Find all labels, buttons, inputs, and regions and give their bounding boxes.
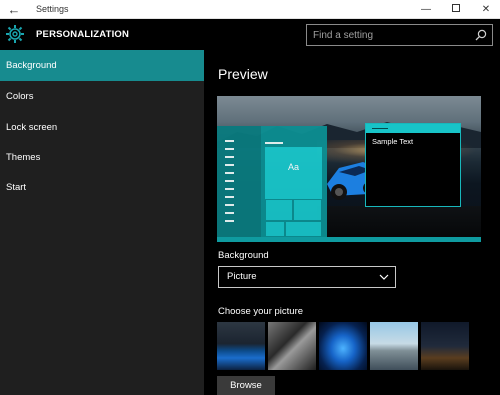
maximize-icon	[452, 4, 460, 13]
preview-header-bar	[265, 142, 283, 144]
minimize-button[interactable]: —	[414, 0, 438, 19]
preview-taskbar	[217, 237, 481, 242]
preview-list-line	[225, 188, 234, 190]
picture-thumbnail-beach[interactable]	[370, 322, 418, 370]
picture-thumbnail-night[interactable]	[421, 322, 469, 370]
preview-heading: Preview	[218, 66, 268, 82]
page-title: PERSONALIZATION	[36, 29, 130, 40]
preview-list-line	[225, 220, 234, 222]
background-label: Background	[218, 250, 269, 261]
preview-tile	[293, 199, 322, 221]
back-arrow-icon[interactable]: ←	[4, 0, 24, 19]
preview-list-line	[225, 212, 234, 214]
sidebar-item-lock-screen[interactable]: Lock screen	[0, 112, 204, 143]
maximize-button[interactable]	[444, 0, 468, 19]
preview-list-line	[225, 164, 234, 166]
preview-window: Sample Text	[365, 123, 461, 207]
preview-list-line	[225, 196, 234, 198]
window-title: Settings	[36, 4, 69, 14]
preview-tile-aa: Aa	[265, 147, 322, 199]
preview-list-line	[225, 140, 234, 142]
title-bar: ← Settings — ✕	[0, 0, 500, 19]
preview-sample-text: Sample Text	[372, 137, 414, 146]
preview-list-line	[225, 180, 234, 182]
sidebar-item-themes[interactable]: Themes	[0, 142, 204, 173]
preview-image: Aa Sample Text	[217, 96, 481, 242]
search-icon[interactable]	[475, 29, 487, 41]
sidebar-item-background[interactable]: Background	[0, 50, 204, 81]
preview-list-line	[225, 172, 234, 174]
background-dropdown-value: Picture	[227, 271, 257, 282]
preview-start-menu: Aa	[217, 126, 327, 242]
close-button[interactable]: ✕	[474, 0, 498, 19]
preview-list-line	[225, 156, 234, 158]
picture-thumbnail-windows[interactable]	[319, 322, 367, 370]
gear-icon	[6, 25, 24, 43]
browse-button[interactable]: Browse	[217, 376, 275, 395]
search-input[interactable]	[307, 25, 467, 45]
preview-tile	[265, 221, 285, 237]
sidebar-item-start[interactable]: Start	[0, 172, 204, 203]
main-panel: Preview Aa Sample Text Background Pictur…	[204, 50, 500, 395]
picture-thumbnail-mono[interactable]	[268, 322, 316, 370]
sidebar-item-colors[interactable]: Colors	[0, 81, 204, 112]
preview-app-list	[217, 126, 261, 242]
preview-tile	[285, 221, 322, 237]
picture-thumbnail-car[interactable]	[217, 322, 265, 370]
choose-picture-label: Choose your picture	[218, 306, 304, 317]
background-dropdown[interactable]: Picture	[218, 266, 396, 288]
preview-list-line	[225, 204, 234, 206]
chevron-down-icon	[379, 274, 389, 280]
search-box[interactable]	[306, 24, 493, 46]
preview-list-line	[225, 148, 234, 150]
sidebar: Background Colors Lock screen Themes Sta…	[0, 50, 204, 395]
preview-window-titlebar	[366, 124, 460, 133]
preview-tile	[265, 199, 293, 221]
